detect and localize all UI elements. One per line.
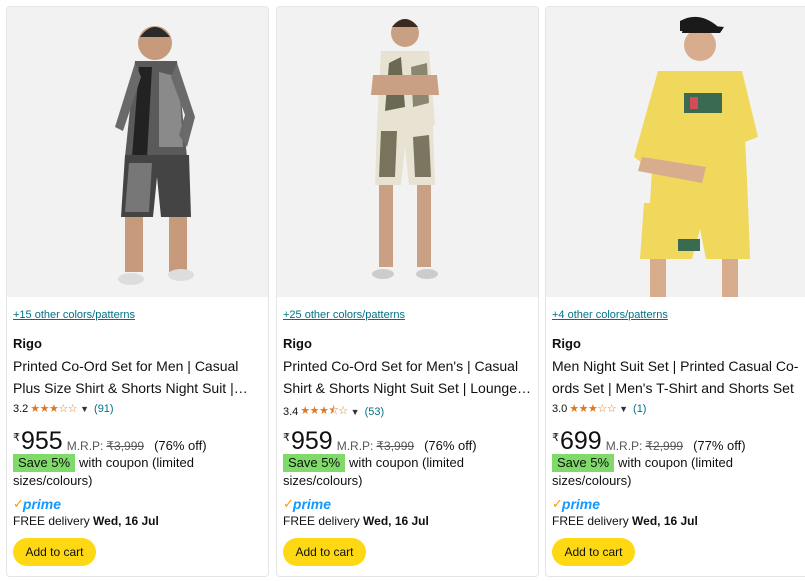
currency-symbol: ₹ [283,432,290,444]
mrp-value: ₹2,999 [645,439,684,453]
chevron-down-icon[interactable]: ▼ [351,407,360,417]
prime-label: prime [22,496,62,512]
chevron-down-icon[interactable]: ▼ [80,404,89,414]
product-card: +4 other colors/patterns Rigo Men Night … [545,6,805,577]
mrp-label: M.R.P: [605,439,643,453]
delivery-label: FREE delivery [552,514,629,528]
currency-symbol: ₹ [552,432,559,444]
add-to-cart-button[interactable]: Add to cart [552,538,635,566]
mrp: M.R.P: ₹3,999 [337,439,414,453]
save-badge: Save 5% [13,454,76,472]
other-colors-link[interactable]: +25 other colors/patterns [283,309,405,321]
rating-row: 3.2 ★★★☆☆ ▼ (91) [13,402,114,416]
product-title[interactable]: Printed Co-Ord Set for Men's | Casual Sh… [283,355,535,399]
mrp: M.R.P: ₹2,999 [606,439,683,453]
price-row: ₹ 699 M.R.P: ₹2,999 (77% off) [552,427,746,455]
product-card: +25 other colors/patterns Rigo Printed C… [276,6,539,577]
add-to-cart-button[interactable]: Add to cart [283,538,366,566]
save-badge: Save 5% [552,454,615,472]
brand-name: Rigo [13,336,42,351]
product-title[interactable]: Printed Co-Ord Set for Men | Casual Plus… [13,355,265,399]
price: 959 [291,427,333,455]
product-title[interactable]: Men Night Suit Set | Printed Casual Co-o… [552,355,804,399]
delivery-date: Wed, 16 Jul [93,514,159,528]
mrp: M.R.P: ₹3,999 [67,439,144,453]
other-colors-link[interactable]: +15 other colors/patterns [13,309,135,321]
discount: (77% off) [693,438,746,453]
product-image[interactable] [277,7,538,297]
mrp-value: ₹3,999 [106,439,145,453]
prime-badge: ✓ prime [283,496,331,512]
brand-name: Rigo [552,336,581,351]
coupon-info: Save 5% with coupon (limited sizes/colour… [283,454,533,490]
review-count-link[interactable]: (53) [365,406,385,418]
rating-value: 3.4 [283,405,299,418]
star-rating-icon[interactable]: ★★★⯪☆ [300,402,348,421]
mrp-label: M.R.P: [336,439,374,453]
rating-value: 3.0 [552,402,568,415]
review-count-link[interactable]: (91) [94,403,114,415]
prime-badge: ✓ prime [552,496,600,512]
mrp-value: ₹3,999 [376,439,415,453]
delivery-date: Wed, 16 Jul [632,514,698,528]
prime-label: prime [561,496,601,512]
delivery-info: FREE delivery Wed, 16 Jul [13,514,159,528]
star-rating-icon[interactable]: ★★★☆☆ [569,402,616,415]
rating-row: 3.4 ★★★⯪☆ ▼ (53) [283,402,384,421]
delivery-info: FREE delivery Wed, 16 Jul [552,514,698,528]
save-badge: Save 5% [283,454,346,472]
product-card: +15 other colors/patterns Rigo Printed C… [6,6,269,577]
coupon-info: Save 5% with coupon (limited sizes/colour… [13,454,263,490]
delivery-label: FREE delivery [13,514,90,528]
star-rating-icon[interactable]: ★★★☆☆ [30,402,77,415]
chevron-down-icon[interactable]: ▼ [619,404,628,414]
prime-badge: ✓ prime [13,496,61,512]
product-photo [277,7,538,297]
prime-label: prime [292,496,332,512]
add-to-cart-button[interactable]: Add to cart [13,538,96,566]
price-row: ₹ 955 M.R.P: ₹3,999 (76% off) [13,427,207,455]
other-colors-link[interactable]: +4 other colors/patterns [552,309,668,321]
price: 699 [560,427,602,455]
product-image[interactable] [546,7,805,297]
product-photo [7,7,268,297]
product-image[interactable] [7,7,268,297]
delivery-label: FREE delivery [283,514,360,528]
discount: (76% off) [424,438,477,453]
coupon-info: Save 5% with coupon (limited sizes/colour… [552,454,802,490]
rating-value: 3.2 [13,402,29,415]
delivery-info: FREE delivery Wed, 16 Jul [283,514,429,528]
brand-name: Rigo [283,336,312,351]
mrp-label: M.R.P: [66,439,104,453]
discount: (76% off) [154,438,207,453]
product-photo [546,7,805,297]
price-row: ₹ 959 M.R.P: ₹3,999 (76% off) [283,427,477,455]
rating-row: 3.0 ★★★☆☆ ▼ (1) [552,402,646,416]
review-count-link[interactable]: (1) [633,403,646,415]
delivery-date: Wed, 16 Jul [363,514,429,528]
price: 955 [21,427,63,455]
product-grid: +15 other colors/patterns Rigo Printed C… [0,0,805,581]
currency-symbol: ₹ [13,432,20,444]
